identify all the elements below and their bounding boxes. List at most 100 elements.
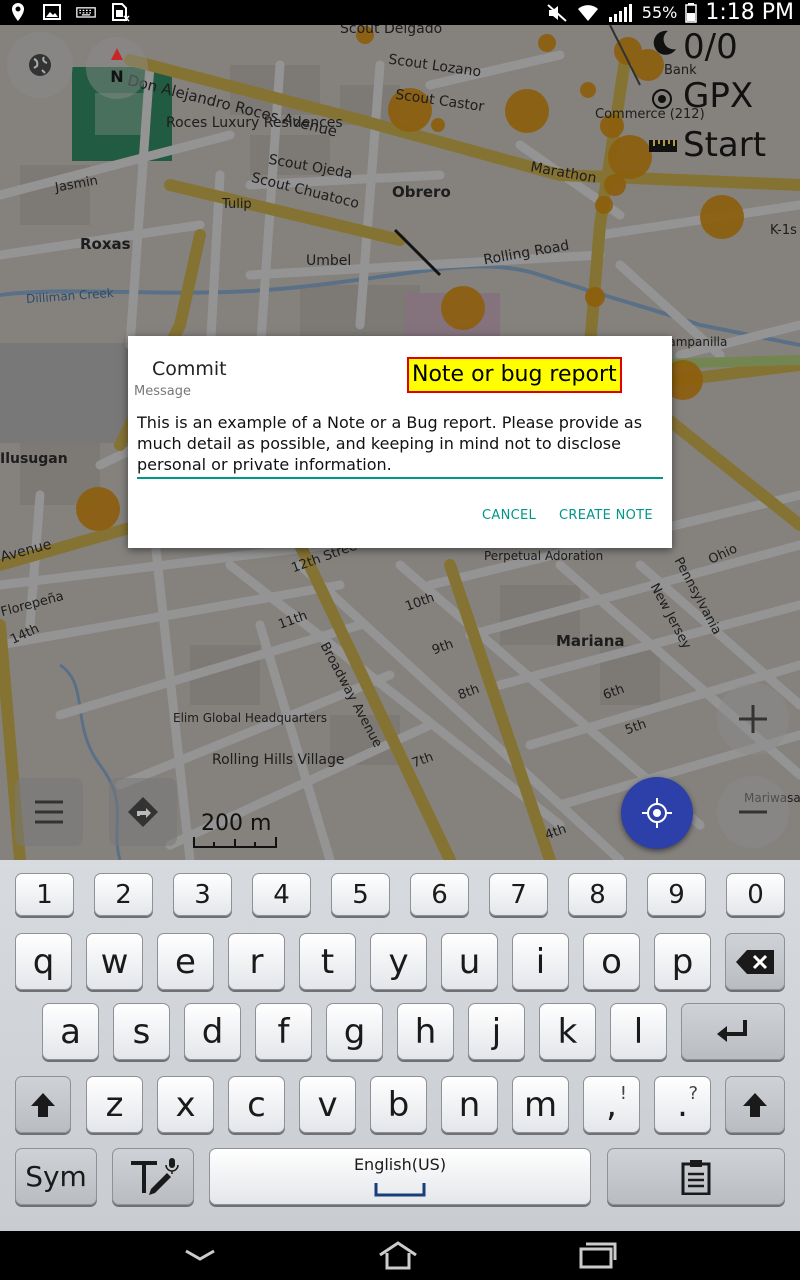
key-z[interactable]: z bbox=[86, 1076, 143, 1133]
back-button[interactable] bbox=[170, 1237, 230, 1273]
key-label: n bbox=[458, 1084, 481, 1125]
gpx-button[interactable]: GPX bbox=[683, 76, 753, 116]
shift-icon bbox=[31, 1092, 55, 1117]
key-label: e bbox=[175, 941, 196, 982]
space-key[interactable]: English(US) bbox=[209, 1148, 591, 1205]
key-label: 2 bbox=[115, 879, 132, 910]
key-label: 8 bbox=[589, 879, 606, 910]
key-p[interactable]: p bbox=[654, 933, 711, 990]
key-label: b bbox=[387, 1084, 410, 1125]
key-k[interactable]: k bbox=[539, 1003, 596, 1060]
key-8[interactable]: 8 bbox=[568, 873, 627, 916]
key-o[interactable]: o bbox=[583, 933, 640, 990]
minus-icon bbox=[739, 810, 767, 814]
key-w[interactable]: w bbox=[86, 933, 143, 990]
key-label: Sym bbox=[25, 1160, 87, 1193]
key-label: k bbox=[557, 1011, 578, 1052]
message-input[interactable]: This is an example of a Note or a Bug re… bbox=[137, 412, 663, 475]
key-j[interactable]: j bbox=[468, 1003, 525, 1060]
layers-button[interactable] bbox=[7, 32, 73, 98]
enter-key[interactable] bbox=[681, 1003, 785, 1060]
key-r[interactable]: r bbox=[228, 933, 285, 990]
backspace-key[interactable] bbox=[725, 933, 785, 990]
key-b[interactable]: b bbox=[370, 1076, 427, 1133]
key-u[interactable]: u bbox=[441, 933, 498, 990]
key-e[interactable]: e bbox=[157, 933, 214, 990]
key-x[interactable]: x bbox=[157, 1076, 214, 1133]
battery-icon bbox=[685, 2, 698, 23]
key-i[interactable]: i bbox=[512, 933, 569, 990]
key-l[interactable]: l bbox=[610, 1003, 667, 1060]
key-label: 5 bbox=[352, 879, 369, 910]
back-icon bbox=[185, 1249, 215, 1261]
key-label: t bbox=[320, 941, 335, 982]
key-label: f bbox=[277, 1011, 290, 1052]
key-f[interactable]: f bbox=[255, 1003, 312, 1060]
comma-key[interactable]: , ! bbox=[583, 1076, 640, 1133]
shift-key-right[interactable] bbox=[725, 1076, 785, 1133]
enter-icon bbox=[717, 1019, 747, 1042]
create-note-button[interactable]: CREATE NOTE bbox=[559, 508, 653, 523]
shift-icon bbox=[743, 1092, 767, 1117]
key-d[interactable]: d bbox=[184, 1003, 241, 1060]
key-t[interactable]: t bbox=[299, 933, 356, 990]
dialog-title: Commit bbox=[152, 358, 227, 380]
directions-icon bbox=[128, 797, 158, 827]
shift-key-left[interactable] bbox=[15, 1076, 71, 1133]
key-2[interactable]: 2 bbox=[94, 873, 153, 916]
key-sublabel: ? bbox=[688, 1083, 698, 1104]
cancel-button[interactable]: CANCEL bbox=[482, 508, 536, 523]
image-icon bbox=[43, 4, 61, 20]
key-label: 3 bbox=[194, 879, 211, 910]
menu-button[interactable] bbox=[15, 778, 83, 846]
key-5[interactable]: 5 bbox=[331, 873, 390, 916]
key-4[interactable]: 4 bbox=[252, 873, 311, 916]
key-label: 4 bbox=[273, 879, 290, 910]
compass-letter: N bbox=[110, 67, 123, 86]
backspace-icon bbox=[736, 949, 774, 974]
recent-apps-button[interactable] bbox=[568, 1237, 628, 1273]
sym-key[interactable]: Sym bbox=[15, 1148, 97, 1205]
key-v[interactable]: v bbox=[299, 1076, 356, 1133]
key-c[interactable]: c bbox=[228, 1076, 285, 1133]
key-label: p bbox=[671, 941, 694, 982]
zoom-out-button[interactable] bbox=[717, 776, 789, 848]
status-bar: 55% 1:18 PM bbox=[0, 0, 800, 25]
key-3[interactable]: 3 bbox=[173, 873, 232, 916]
key-label: c bbox=[247, 1084, 266, 1125]
key-label: 6 bbox=[431, 879, 448, 910]
key-m[interactable]: m bbox=[512, 1076, 569, 1133]
key-label: 9 bbox=[668, 879, 685, 910]
compass-button[interactable]: N bbox=[86, 37, 148, 99]
moon-icon bbox=[652, 29, 678, 61]
handwriting-key[interactable] bbox=[112, 1148, 194, 1205]
key-g[interactable]: g bbox=[326, 1003, 383, 1060]
start-button[interactable]: Start bbox=[683, 125, 766, 165]
key-9[interactable]: 9 bbox=[647, 873, 706, 916]
zoom-in-button[interactable] bbox=[717, 683, 789, 755]
key-0[interactable]: 0 bbox=[726, 873, 785, 916]
scale-label: 200 m bbox=[201, 811, 272, 836]
key-s[interactable]: s bbox=[113, 1003, 170, 1060]
gpx-icon bbox=[651, 88, 673, 114]
key-a[interactable]: a bbox=[42, 1003, 99, 1060]
period-key[interactable]: . ? bbox=[654, 1076, 711, 1133]
my-location-button[interactable] bbox=[621, 777, 693, 849]
navigation-bar bbox=[0, 1231, 800, 1280]
crosshair-icon bbox=[642, 798, 672, 828]
directions-button[interactable] bbox=[109, 778, 177, 846]
key-label: h bbox=[414, 1011, 437, 1052]
key-6[interactable]: 6 bbox=[410, 873, 469, 916]
home-button[interactable] bbox=[368, 1237, 428, 1273]
key-sublabel: ! bbox=[619, 1083, 627, 1104]
key-h[interactable]: h bbox=[397, 1003, 454, 1060]
menu-icon bbox=[35, 800, 63, 824]
key-y[interactable]: y bbox=[370, 933, 427, 990]
key-n[interactable]: n bbox=[441, 1076, 498, 1133]
key-1[interactable]: 1 bbox=[15, 873, 74, 916]
key-7[interactable]: 7 bbox=[489, 873, 548, 916]
scale-bar bbox=[193, 837, 277, 848]
recent-apps-icon bbox=[579, 1242, 617, 1269]
clipboard-key[interactable] bbox=[607, 1148, 785, 1205]
key-q[interactable]: q bbox=[15, 933, 72, 990]
